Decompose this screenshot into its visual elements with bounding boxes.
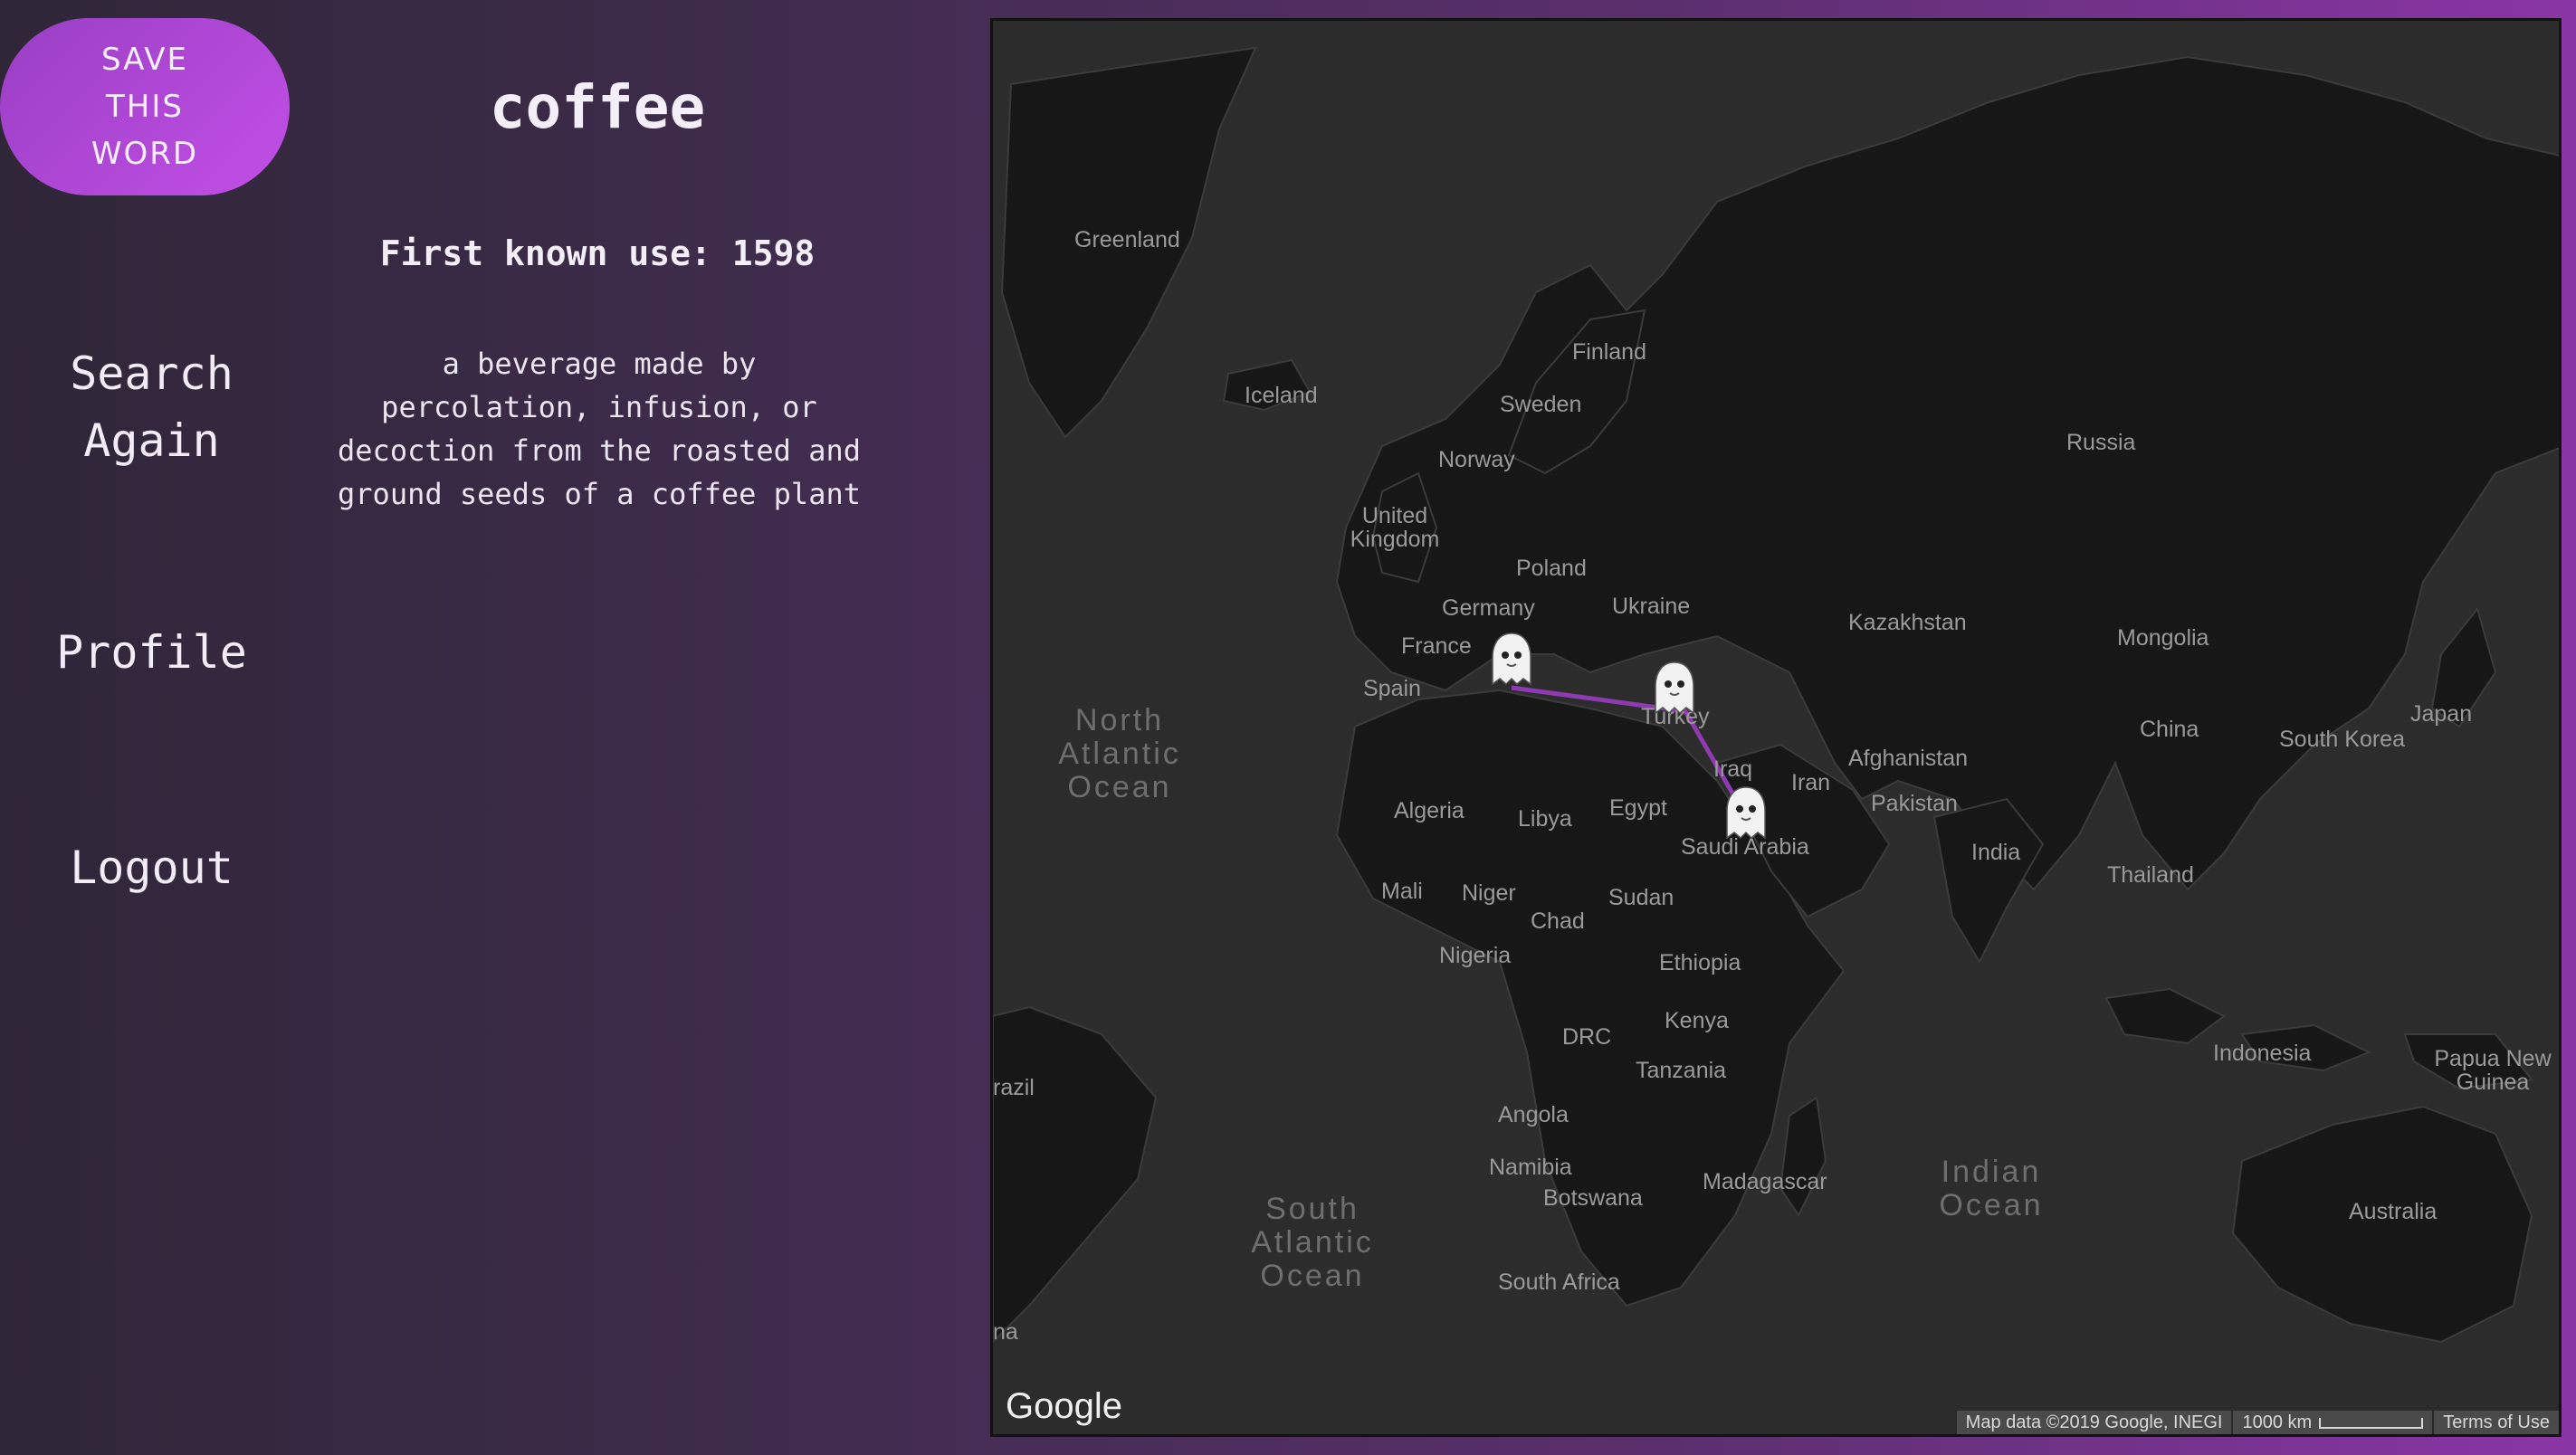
label-drc: DRC <box>1562 1024 1612 1050</box>
label-brazil: razil <box>993 1075 1035 1100</box>
map-data-attribution: Map data ©2019 Google, INEGI <box>1954 1411 2232 1434</box>
label-spain: Spain <box>1363 676 1421 701</box>
label-poland: Poland <box>1516 556 1587 581</box>
label-sweden: Sweden <box>1500 392 1582 417</box>
label-iran: Iran <box>1791 770 1831 795</box>
label-edge-fragment: na <box>993 1319 1018 1345</box>
label-kazakhstan: Kazakhstan <box>1848 610 1967 635</box>
etymology-map[interactable]: Greenland Iceland Finland Sweden Norway … <box>990 18 2562 1437</box>
label-germany: Germany <box>1442 595 1535 621</box>
label-france: France <box>1401 633 1472 659</box>
label-japan: Japan <box>2410 701 2473 727</box>
label-tanzania: Tanzania <box>1636 1058 1727 1083</box>
scale-bar-icon <box>2319 1417 2424 1429</box>
label-botswana: Botswana <box>1543 1185 1643 1211</box>
first-known-use: First known use: 1598 <box>379 233 816 273</box>
label-chad: Chad <box>1531 908 1585 934</box>
label-south-korea: South Korea <box>2279 727 2405 752</box>
label-india: India <box>1971 840 2021 865</box>
label-north-atlantic-ocean: North Atlantic Ocean <box>1058 703 1181 804</box>
ghost-marker-icon[interactable] <box>1652 661 1697 717</box>
label-nigeria: Nigeria <box>1439 943 1512 968</box>
label-kenya: Kenya <box>1665 1008 1729 1033</box>
logout-link[interactable]: Logout <box>36 834 267 901</box>
label-libya: Libya <box>1518 806 1572 832</box>
map-scale-label: 1000 km <box>2242 1412 2313 1432</box>
word-title: coffee <box>489 72 706 142</box>
label-algeria: Algeria <box>1394 798 1465 823</box>
label-iraq: Iraq <box>1713 756 1753 782</box>
save-word-button[interactable]: SAVE THIS WORD <box>0 18 290 195</box>
label-south-atlantic-ocean: South Atlantic Ocean <box>1251 1192 1374 1293</box>
word-definition: a beverage made by percolation, infusion… <box>338 347 861 511</box>
label-south-africa: South Africa <box>1498 1270 1620 1295</box>
label-papua-new-guinea: Papua New Guinea <box>2434 1046 2552 1095</box>
label-madagascar: Madagascar <box>1703 1169 1827 1194</box>
search-again-link[interactable]: Search Again <box>36 340 267 474</box>
map-attribution-bar: Map data ©2019 Google, INEGI 1000 km Ter… <box>1954 1411 2559 1434</box>
label-thailand: Thailand <box>2107 862 2194 888</box>
label-mongolia: Mongolia <box>2117 625 2209 651</box>
label-iceland: Iceland <box>1245 383 1318 408</box>
save-word-label: SAVE THIS WORD <box>91 42 199 172</box>
label-united-kingdom: United Kingdom <box>1350 503 1440 552</box>
label-angola: Angola <box>1498 1102 1569 1127</box>
label-ukraine: Ukraine <box>1612 594 1691 619</box>
label-greenland: Greenland <box>1074 227 1180 252</box>
label-namibia: Namibia <box>1489 1155 1572 1180</box>
label-pakistan: Pakistan <box>1871 791 1958 816</box>
label-finland: Finland <box>1572 339 1646 365</box>
label-australia: Australia <box>2349 1199 2438 1224</box>
label-sudan: Sudan <box>1608 885 1674 910</box>
label-mali: Mali <box>1381 879 1423 904</box>
google-logo: Google <box>1006 1386 1122 1426</box>
label-indian-ocean: Indian Ocean <box>1939 1155 2044 1222</box>
profile-link[interactable]: Profile <box>36 619 267 686</box>
label-norway: Norway <box>1438 447 1515 472</box>
label-egypt: Egypt <box>1609 795 1667 821</box>
terms-of-use-link[interactable]: Terms of Use <box>2432 1411 2559 1434</box>
label-china: China <box>2140 717 2199 742</box>
label-russia: Russia <box>2066 430 2136 455</box>
ghost-marker-icon[interactable] <box>1723 785 1769 842</box>
ghost-marker-icon[interactable] <box>1489 632 1534 688</box>
map-scale[interactable]: 1000 km <box>2231 1411 2433 1434</box>
label-niger: Niger <box>1462 880 1516 906</box>
label-afghanistan: Afghanistan <box>1848 746 1969 771</box>
label-ethiopia: Ethiopia <box>1659 950 1741 975</box>
label-indonesia: Indonesia <box>2213 1041 2312 1066</box>
